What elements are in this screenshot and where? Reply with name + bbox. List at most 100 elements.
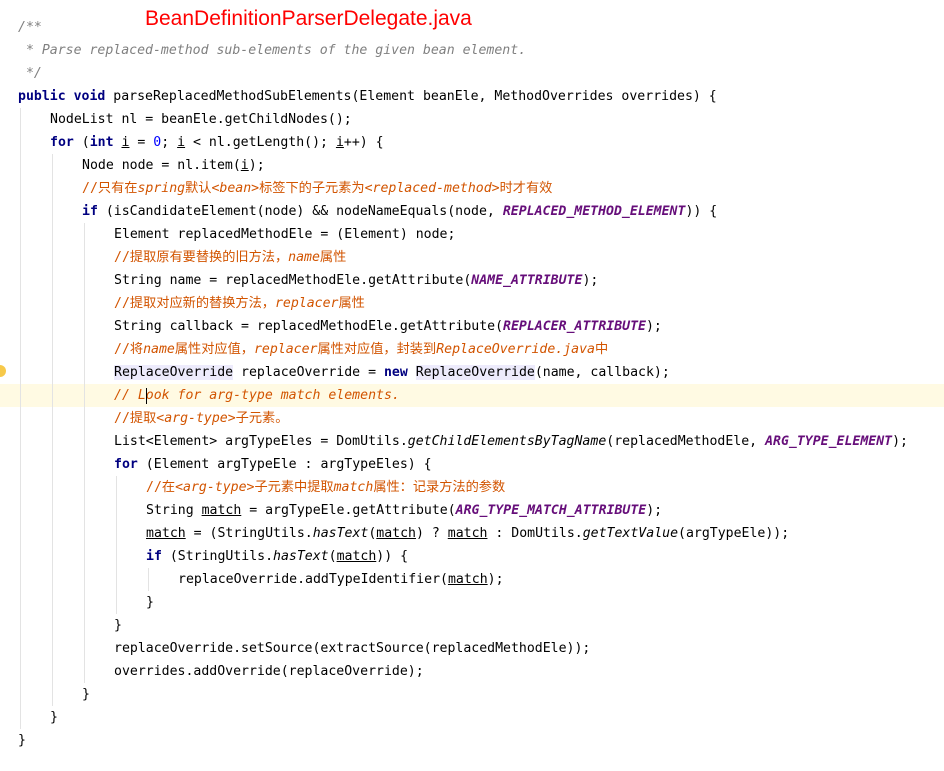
code-line[interactable]: replaceOverride.setSource(extractSource(…: [0, 637, 944, 660]
code-token: new: [383, 365, 408, 380]
code-token: name: [288, 250, 320, 265]
code-line[interactable]: // Look for arg-type match elements.: [0, 384, 944, 407]
code-line[interactable]: public void parseReplacedMethodSubElemen…: [0, 85, 944, 108]
indent-guide: [84, 545, 85, 568]
code-line[interactable]: }: [0, 706, 944, 729]
code-token: REPLACED_METHOD_ELEMENT: [502, 204, 686, 219]
indent-guide: [20, 476, 21, 499]
code-token: String callback = replacedMethodEle.getA…: [114, 319, 504, 334]
indent-guide: [52, 200, 53, 223]
code-line[interactable]: //提取原有要替换的旧方法，name属性: [0, 246, 944, 269]
code-line[interactable]: if (StringUtils.hasText(match)) {: [0, 545, 944, 568]
indent-guide: [84, 660, 85, 683]
code-line[interactable]: String callback = replacedMethodEle.getA…: [0, 315, 944, 338]
indent-guide: [116, 568, 117, 591]
code-token: = argTypeEle.getAttribute(: [241, 503, 456, 518]
code-line[interactable]: NodeList nl = beanEle.getChildNodes();: [0, 108, 944, 131]
indent-guide: [84, 223, 85, 246]
indent-guide: [20, 660, 21, 683]
indent-guide: [84, 499, 85, 522]
code-editor[interactable]: /** * Parse replaced-method sub-elements…: [0, 16, 944, 752]
indent-guide: [84, 453, 85, 476]
code-line[interactable]: }: [0, 683, 944, 706]
code-line[interactable]: if (isCandidateElement(node) && nodeName…: [0, 200, 944, 223]
code-token: parseReplacedMethodSubElements(Element b…: [105, 89, 717, 104]
code-line[interactable]: }: [0, 591, 944, 614]
indent-guide: [52, 338, 53, 361]
code-text: match = (StringUtils.hasText(match) ? ma…: [146, 522, 789, 545]
indent-guide: [20, 292, 21, 315]
code-token: * Parse replaced-method sub-elements of …: [18, 43, 527, 58]
code-token: spring: [137, 181, 186, 196]
code-line[interactable]: Node node = nl.item(i);: [0, 154, 944, 177]
code-line[interactable]: Element replacedMethodEle = (Element) no…: [0, 223, 944, 246]
indent-guide: [20, 246, 21, 269]
code-line[interactable]: overrides.addOverride(replaceOverride);: [0, 660, 944, 683]
code-text: String match = argTypeEle.getAttribute(A…: [146, 499, 662, 522]
indent-guide: [20, 223, 21, 246]
code-token: //: [82, 181, 98, 196]
code-line[interactable]: //提取对应新的替换方法，replacer属性: [0, 292, 944, 315]
code-text: replaceOverride.addTypeIdentifier(match)…: [178, 568, 504, 591]
indent-guide: [116, 522, 117, 545]
code-text: }: [82, 683, 90, 706]
code-token: hasText: [273, 549, 329, 564]
code-token: ARG_TYPE_MATCH_ATTRIBUTE: [455, 503, 647, 518]
code-token: =: [129, 135, 154, 150]
code-line[interactable]: for (Element argTypeEle : argTypeEles) {: [0, 453, 944, 476]
code-text: String name = replacedMethodEle.getAttri…: [114, 269, 598, 292]
code-text: }: [146, 591, 154, 614]
code-line[interactable]: /**: [0, 16, 944, 39]
code-token: (argTypeEle));: [678, 526, 790, 541]
indent-guide: [52, 476, 53, 499]
code-line[interactable]: }: [0, 614, 944, 637]
indent-guide: [20, 315, 21, 338]
code-line[interactable]: ReplaceOverride replaceOverride = new Re…: [0, 361, 944, 384]
code-token: ++) {: [343, 135, 384, 150]
indent-guide: [52, 453, 53, 476]
code-line[interactable]: //将name属性对应值，replacer属性对应值，封装到ReplaceOve…: [0, 338, 944, 361]
code-token: 标签下的子元素为: [259, 181, 365, 196]
code-line[interactable]: //提取<arg-type>子元素。: [0, 407, 944, 430]
indent-guide: [20, 706, 21, 729]
indent-guide: [148, 568, 149, 591]
code-token: (Element argTypeEle : argTypeEles) {: [137, 457, 432, 472]
indent-guide: [20, 200, 21, 223]
code-line[interactable]: }: [0, 729, 944, 752]
code-token: <bean>: [211, 181, 260, 196]
code-line[interactable]: for (int i = 0; i < nl.getLength(); i++)…: [0, 131, 944, 154]
code-text: replaceOverride.setSource(extractSource(…: [114, 637, 590, 660]
code-line[interactable]: String name = replacedMethodEle.getAttri…: [0, 269, 944, 292]
code-token: 属性: [319, 250, 347, 265]
code-token: overrides.addOverride(replaceOverride);: [114, 664, 424, 679]
code-token: );: [892, 434, 908, 449]
indent-guide: [20, 269, 21, 292]
code-line[interactable]: match = (StringUtils.hasText(match) ? ma…: [0, 522, 944, 545]
indent-guide: [52, 269, 53, 292]
code-token: name: [143, 342, 175, 357]
code-line[interactable]: * Parse replaced-method sub-elements of …: [0, 39, 944, 62]
code-text: NodeList nl = beanEle.getChildNodes();: [50, 108, 352, 131]
code-line[interactable]: //只有在spring默认<bean>标签下的子元素为<replaced-met…: [0, 177, 944, 200]
code-line[interactable]: //在<arg-type>子元素中提取match属性：记录方法的参数: [0, 476, 944, 499]
code-line[interactable]: */: [0, 62, 944, 85]
code-text: if (isCandidateElement(node) && nodeName…: [82, 200, 717, 223]
code-token: (StringUtils.: [161, 549, 274, 564]
indent-guide: [116, 545, 117, 568]
code-token: );: [582, 273, 599, 288]
code-token: 只有在: [97, 181, 138, 196]
code-line[interactable]: replaceOverride.addTypeIdentifier(match)…: [0, 568, 944, 591]
indent-guide: [84, 407, 85, 430]
code-text: String callback = replacedMethodEle.getA…: [114, 315, 662, 338]
indent-guide: [20, 637, 21, 660]
code-text: List<Element> argTypeEles = DomUtils.get…: [114, 430, 908, 453]
code-line[interactable]: String match = argTypeEle.getAttribute(A…: [0, 499, 944, 522]
code-token: Node node = nl.item(: [82, 158, 241, 173]
indent-guide: [20, 338, 21, 361]
code-token: match: [447, 572, 488, 587]
code-line[interactable]: List<Element> argTypeEles = DomUtils.get…: [0, 430, 944, 453]
indent-guide: [84, 246, 85, 269]
indent-guide: [52, 591, 53, 614]
code-token: (: [328, 549, 337, 564]
text-caret: [146, 388, 147, 404]
